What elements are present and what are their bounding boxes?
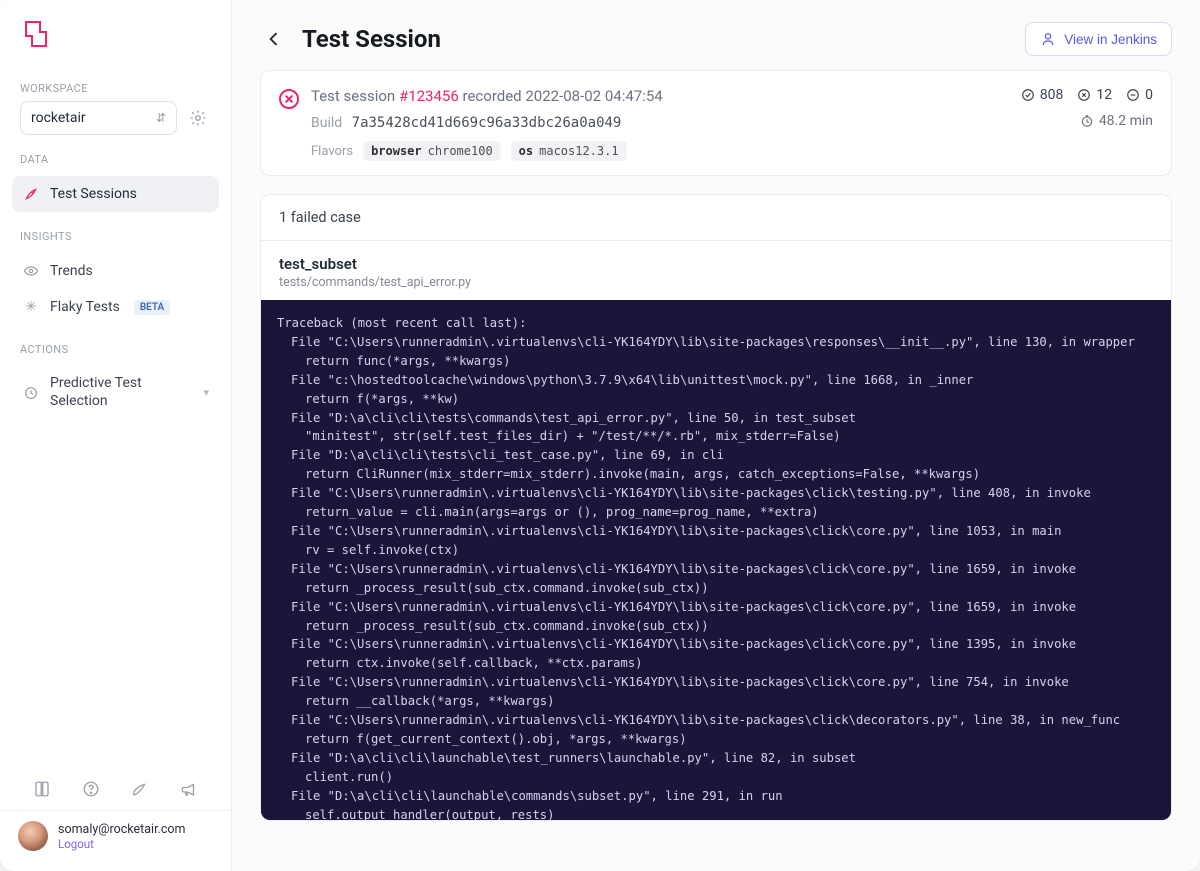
trace-line: File "C:\Users\runneradmin\.virtualenvs\… xyxy=(277,673,1155,692)
trace-line: return f(*args, **kw) xyxy=(277,390,1155,409)
flavors-line: Flavors browser chrome100 os macos12.3.1 xyxy=(311,141,663,161)
docs-button[interactable] xyxy=(31,778,53,800)
stopwatch-icon xyxy=(1080,114,1094,128)
nav-trends-label: Trends xyxy=(50,263,93,279)
count-skipped: 0 xyxy=(1126,87,1153,103)
trace-line: "minitest", str(self.test_files_dir) + "… xyxy=(277,427,1155,446)
user-email: somaly@rocketair.com xyxy=(58,822,186,837)
chevron-down-icon: ▾ xyxy=(203,386,209,399)
logout-link[interactable]: Logout xyxy=(58,837,186,851)
flavor-pill-browser: browser chrome100 xyxy=(363,141,501,161)
section-insights-label: INSIGHTS xyxy=(0,224,231,243)
nav-flaky-tests[interactable]: ✳︎ Flaky Tests BETA xyxy=(12,289,219,325)
trace-line: File "D:\a\cli\cli\launchable\test_runne… xyxy=(277,749,1155,768)
help-button[interactable] xyxy=(80,778,102,800)
count-passed: 808 xyxy=(1021,87,1064,103)
sidebar: Workspace rocketair ⇵ DATA xyxy=(0,0,232,871)
section-data-label: DATA xyxy=(0,153,231,166)
workspace-select[interactable]: rocketair ⇵ xyxy=(20,101,177,135)
settings-button[interactable] xyxy=(185,105,211,131)
nav-test-sessions[interactable]: Test Sessions xyxy=(12,176,219,212)
back-button[interactable] xyxy=(260,25,288,53)
trace-line: return __callback(*args, **kwargs) xyxy=(277,692,1155,711)
minus-circle-icon xyxy=(1126,88,1140,102)
trace-line: client.run() xyxy=(277,768,1155,787)
user-row: somaly@rocketair.com Logout xyxy=(0,810,231,861)
build-hash: 7a35428cd41d669c96a33dbc26a0a049 xyxy=(352,115,622,131)
trace-line: File "D:\a\cli\cli\launchable\commands\s… xyxy=(277,787,1155,806)
trace-line: Traceback (most recent call last): xyxy=(277,314,1155,333)
failed-case-card: 1 failed case test_subset tests/commands… xyxy=(260,194,1172,821)
failed-header: 1 failed case xyxy=(261,195,1171,241)
trace-line: File "C:\Users\runneradmin\.virtualenvs\… xyxy=(277,484,1155,503)
view-in-jenkins-button[interactable]: View in Jenkins xyxy=(1025,22,1172,56)
beta-badge: BETA xyxy=(134,300,170,315)
bottom-toolbar xyxy=(0,768,231,810)
flavor-pill-os: os macos12.3.1 xyxy=(511,141,627,161)
trace-line: File "C:\Users\runneradmin\.virtualenvs\… xyxy=(277,333,1155,352)
trace-line: File "D:\a\cli\cli\tests\cli_test_case.p… xyxy=(277,446,1155,465)
count-failed: 12 xyxy=(1077,87,1112,103)
logo[interactable] xyxy=(0,18,231,68)
trace-line: File "C:\Users\runneradmin\.virtualenvs\… xyxy=(277,560,1155,579)
trace-line: File "C:\Users\runneradmin\.virtualenvs\… xyxy=(277,711,1155,730)
session-summary-card: Test session #123456 recorded 2022-08-02… xyxy=(260,70,1172,176)
traceback[interactable]: Traceback (most recent call last):File "… xyxy=(261,300,1171,820)
case-name: test_subset xyxy=(279,255,1153,273)
nav-predictive-label: Predictive Test Selection xyxy=(50,375,170,410)
announce-button[interactable] xyxy=(178,778,200,800)
session-id[interactable]: #123456 xyxy=(399,87,459,105)
updown-icon: ⇵ xyxy=(156,112,166,124)
jenkins-icon xyxy=(1040,31,1056,47)
status-failed-icon xyxy=(279,89,299,109)
avatar[interactable] xyxy=(18,821,48,851)
nav-predictive[interactable]: Predictive Test Selection ▾ xyxy=(12,366,219,419)
x-circle-icon xyxy=(1077,88,1091,102)
eye-icon xyxy=(22,262,40,280)
nav-flaky-label: Flaky Tests xyxy=(50,299,120,315)
workspace-label: Workspace xyxy=(20,82,211,95)
trace-line: return_value = cli.main(args=args or (),… xyxy=(277,503,1155,522)
snowflake-icon: ✳︎ xyxy=(22,298,40,316)
counts: 808 12 0 xyxy=(1021,87,1153,103)
duration: 48.2 min xyxy=(1080,113,1153,129)
nav-test-sessions-label: Test Sessions xyxy=(50,186,137,202)
trace-line: File "C:\Users\runneradmin\.virtualenvs\… xyxy=(277,635,1155,654)
build-line: Build 7a35428cd41d669c96a33dbc26a0a049 xyxy=(311,115,663,131)
trace-line: File "C:\Users\runneradmin\.virtualenvs\… xyxy=(277,598,1155,617)
trace-line: return ctx.invoke(self.callback, **ctx.p… xyxy=(277,654,1155,673)
trace-line: return f(get_current_context().obj, *arg… xyxy=(277,730,1155,749)
trace-line: File "c:\hostedtoolcache\windows\python\… xyxy=(277,371,1155,390)
trace-line: return _process_result(sub_ctx.command.i… xyxy=(277,579,1155,598)
trace-line: self.output_handler(output, rests) xyxy=(277,806,1155,820)
topbar: Test Session View in Jenkins xyxy=(232,0,1200,70)
jenkins-label: View in Jenkins xyxy=(1064,32,1157,47)
section-actions-label: ACTIONS xyxy=(0,337,231,356)
trace-line: return func(*args, **kwargs) xyxy=(277,352,1155,371)
feedback-button[interactable] xyxy=(129,778,151,800)
trace-line: rv = self.invoke(ctx) xyxy=(277,541,1155,560)
app-window: Workspace rocketair ⇵ DATA xyxy=(0,0,1200,871)
recorded-at: 2022-08-02 04:47:54 xyxy=(525,87,662,105)
check-circle-icon xyxy=(1021,88,1035,102)
session-title-line: Test session #123456 recorded 2022-08-02… xyxy=(311,87,663,105)
nav-trends[interactable]: Trends xyxy=(12,253,219,289)
case-path: tests/commands/test_api_error.py xyxy=(279,275,1153,290)
trace-line: File "D:\a\cli\cli\tests\commands\test_a… xyxy=(277,409,1155,428)
workspace-value: rocketair xyxy=(31,110,86,126)
page-title: Test Session xyxy=(302,25,441,53)
trace-line: return _process_result(sub_ctx.command.i… xyxy=(277,617,1155,636)
main: Test Session View in Jenkins Test sessio… xyxy=(232,0,1200,871)
rocket-icon xyxy=(22,185,40,203)
trace-line: File "C:\Users\runneradmin\.virtualenvs\… xyxy=(277,522,1155,541)
clock-icon xyxy=(22,384,40,402)
trace-line: return CliRunner(mix_stderr=mix_stderr).… xyxy=(277,465,1155,484)
